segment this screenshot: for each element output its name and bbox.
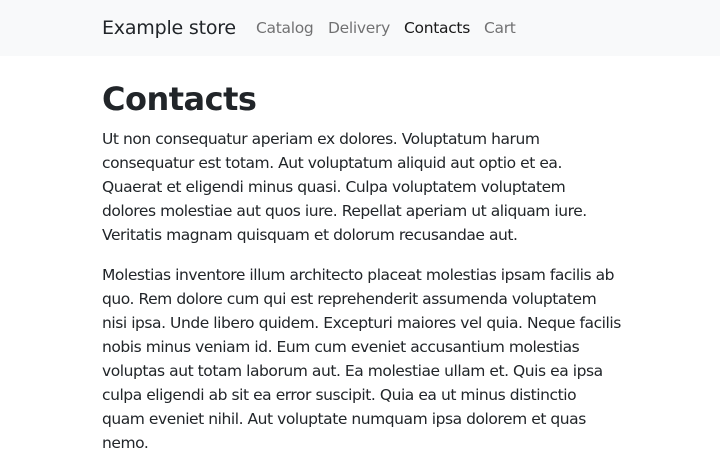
- brand-link[interactable]: Example store: [102, 15, 236, 41]
- nav-item-cart[interactable]: Cart: [484, 17, 516, 39]
- nav-item-contacts[interactable]: Contacts: [404, 17, 470, 39]
- nav-item-delivery[interactable]: Delivery: [328, 17, 390, 39]
- page-title: Contacts: [102, 80, 257, 118]
- paragraph-1: Ut non consequatur aperiam ex dolores. V…: [102, 130, 587, 244]
- paragraph-2: Molestias inventore illum architecto pla…: [102, 266, 621, 452]
- top-navbar: Example store Catalog Delivery Contacts …: [0, 0, 720, 56]
- nav-item-catalog[interactable]: Catalog: [256, 17, 314, 39]
